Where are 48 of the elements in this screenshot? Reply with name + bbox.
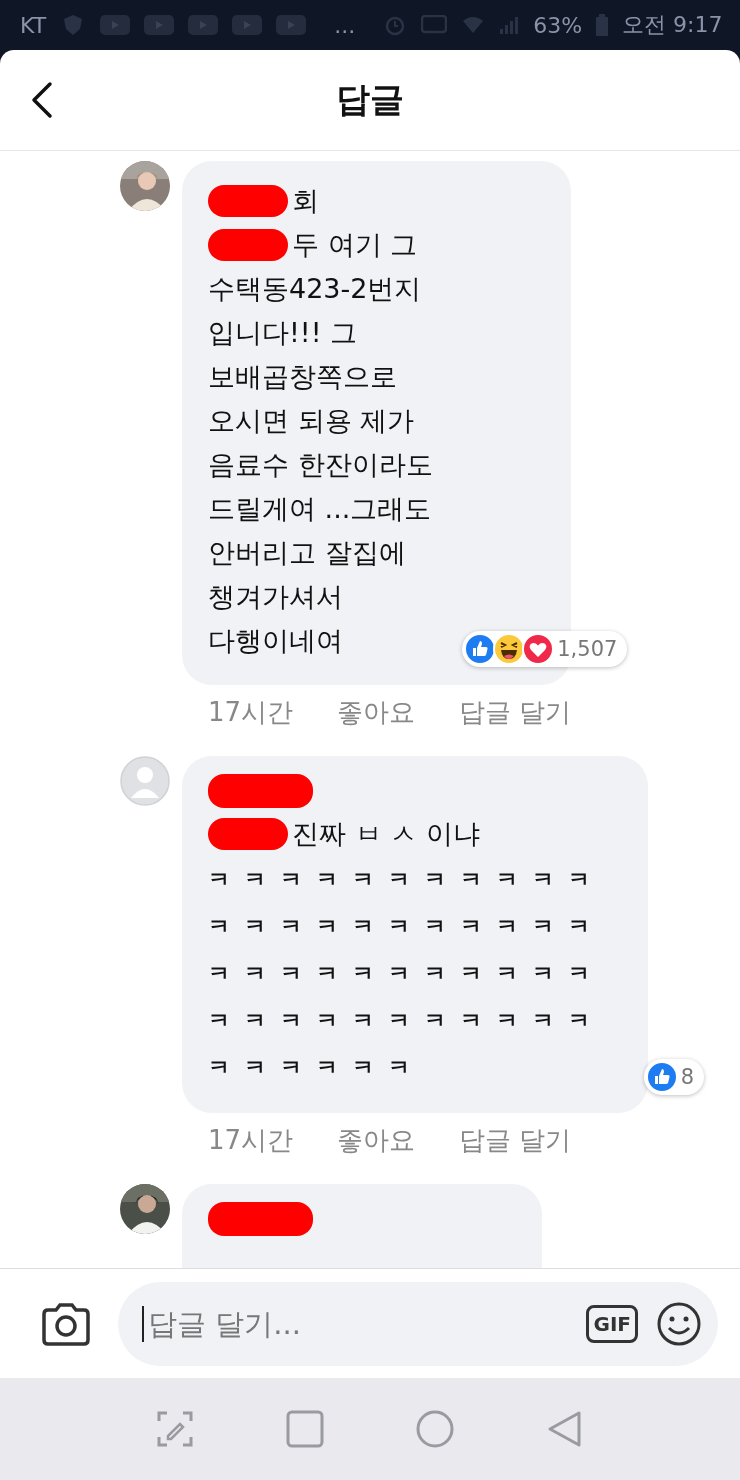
comment-text: 진짜 ㅂ ㅅ 이냐 [292,817,480,851]
page-title: 답글 [336,78,404,121]
recent-apps-icon[interactable] [285,1409,325,1449]
battery-icon [596,14,609,36]
gif-button[interactable]: GIF [586,1304,638,1343]
reaction-count-chip[interactable]: 1,507 [462,631,628,667]
reaction-count-chip[interactable]: 8 [643,1059,704,1095]
thumbs-up-icon [464,633,497,665]
video-app-icon [276,15,307,35]
video-app-icon [232,15,263,35]
reply-input-field[interactable]: 답글 달기... [142,1305,569,1342]
thumbs-up-icon [645,1061,678,1093]
comment-text: 회 [292,184,319,218]
default-avatar-icon [120,756,170,806]
comment-text: 입니다!!! 그 [208,316,358,350]
reply-link[interactable]: 답글 달기 [459,1123,572,1158]
comment-text: 오시면 되용 제가 [208,404,415,438]
comment-text: 수택동423-2번지 [208,272,422,306]
clock: 오전 9:17 [622,11,723,39]
comment-text: 다행이네여 [208,624,343,658]
hd-icon [421,15,448,35]
battery-level: 63% [533,12,583,38]
comment-text: 보배곱창쪽으로 [208,360,397,394]
video-app-icon [188,15,219,35]
comment-text: 음료수 한잔이라도 [208,448,433,482]
wifi-icon [461,15,486,35]
more-notifications: ... [334,12,356,38]
comment-text: 챙겨가셔서 [208,580,343,614]
smiley-icon[interactable] [656,1300,702,1347]
laughing-face-icon [493,633,526,665]
home-icon[interactable] [415,1409,455,1449]
comment-text: 드릴게여 ...그래도 [208,492,432,526]
reply-field[interactable]: 답글 달기... GIF [118,1281,718,1366]
comment-text: ㅋㅋㅋㅋㅋㅋㅋㅋㅋㅋㅋㅋㅋㅋㅋㅋㅋㅋㅋㅋㅋㅋㅋㅋㅋㅋㅋㅋㅋㅋㅋㅋㅋㅋㅋㅋㅋㅋㅋㅋㅋㅋㅋㅋㅋㅋㅋㅋㅋㅋ [208,866,605,1082]
camera-icon[interactable] [40,1301,92,1346]
like-link[interactable]: 좋아요 [337,1123,416,1158]
carrier-name: KT [20,12,47,38]
back-icon[interactable] [30,80,54,120]
signal-icon [499,15,520,35]
video-app-icon [100,15,131,35]
comment-text: 안버리고 잘집에 [208,536,406,570]
comment-time: 17시간 [208,1124,294,1157]
comment-time: 17시간 [208,696,294,729]
reply-link[interactable]: 답글 달기 [459,695,572,730]
video-app-icon [144,15,175,35]
screenshot-icon[interactable] [155,1409,195,1449]
comment-text: 두 여기 그 [292,228,418,262]
like-link[interactable]: 좋아요 [337,695,416,730]
